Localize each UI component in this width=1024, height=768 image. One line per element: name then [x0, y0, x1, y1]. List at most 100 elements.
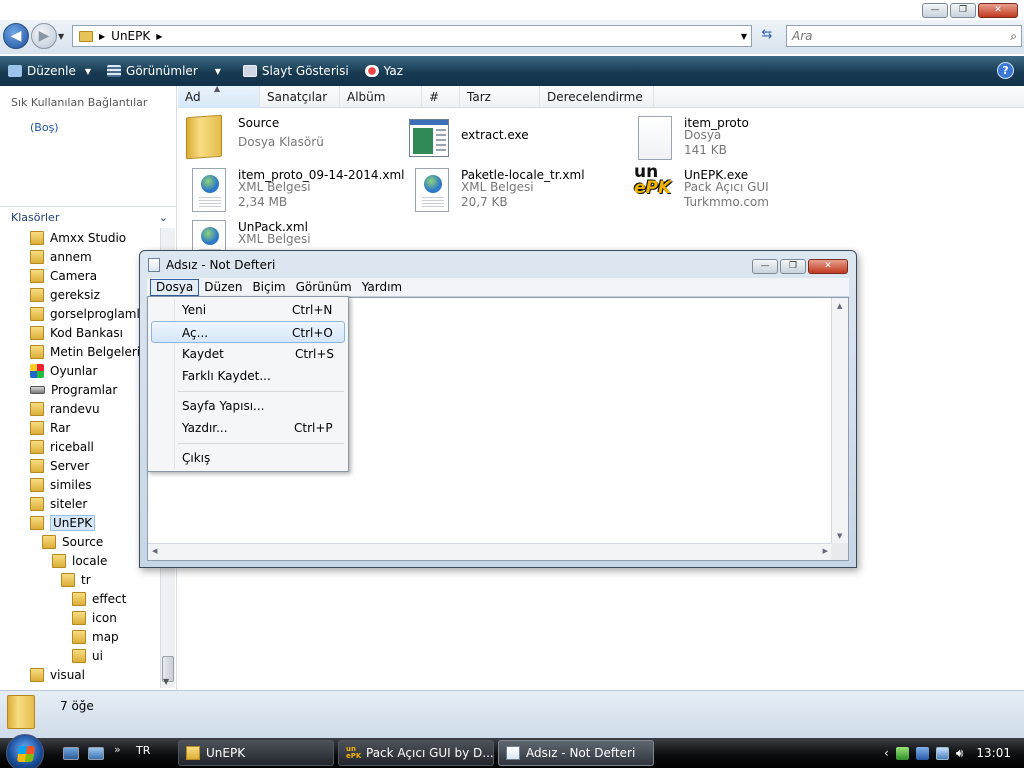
- tree-item[interactable]: icon: [72, 608, 117, 627]
- file-item[interactable]: item_proto Dosya 141 KB: [624, 112, 844, 160]
- folders-header[interactable]: Klasörler ⌄: [0, 206, 176, 228]
- taskbar-item-label: Pack Açıcı GUI by D...: [366, 746, 494, 760]
- menu-item-save-as[interactable]: Farklı Kaydet...: [151, 365, 345, 387]
- slideshow-button[interactable]: Slayt Gösterisi: [242, 64, 349, 78]
- volume-icon[interactable]: 🔊︎: [956, 746, 964, 761]
- menu-item-exit[interactable]: Çıkış: [151, 447, 345, 469]
- tree-item[interactable]: randevu: [30, 399, 100, 418]
- menu-item-page-setup[interactable]: Sayfa Yapısı...: [151, 395, 345, 417]
- scroll-down-icon[interactable]: ▼: [163, 677, 169, 686]
- tree-item[interactable]: Metin Belgelerim: [30, 342, 152, 361]
- shield-icon[interactable]: [915, 746, 929, 760]
- views-button[interactable]: Görünümler ▼: [107, 64, 221, 78]
- menu-item-print[interactable]: Yazdır... Ctrl+P: [151, 417, 345, 439]
- menu-view[interactable]: Görünüm: [291, 279, 357, 296]
- address-dropdown-icon[interactable]: ▼: [741, 32, 747, 41]
- tree-item[interactable]: visual: [30, 665, 85, 684]
- menu-item-save[interactable]: Kaydet Ctrl+S: [151, 343, 345, 365]
- language-indicator[interactable]: TR: [136, 744, 150, 757]
- file-item[interactable]: Source Dosya Klasörü: [178, 112, 398, 160]
- address-bar[interactable]: ▶ UnEPK ▶ ▼: [72, 25, 752, 47]
- tree-item-label: map: [92, 629, 119, 644]
- maximize-button[interactable]: ❐: [780, 259, 806, 274]
- scroll-left-icon[interactable]: ◀: [152, 547, 157, 555]
- tree-item[interactable]: riceball: [30, 437, 94, 456]
- menu-format[interactable]: Biçim: [247, 279, 290, 296]
- help-icon[interactable]: ?: [997, 62, 1014, 79]
- start-button[interactable]: [6, 734, 44, 768]
- network-icon[interactable]: [935, 746, 949, 760]
- column-header-rating[interactable]: Derecelendirme: [540, 86, 654, 108]
- breadcrumb-separator-icon: ▶: [156, 31, 163, 41]
- back-arrow-icon[interactable]: ◀: [3, 23, 29, 49]
- taskbar-item-explorer[interactable]: UnEPK: [178, 740, 334, 766]
- show-desktop-icon[interactable]: [63, 747, 79, 760]
- clock[interactable]: 13:01: [976, 746, 1011, 760]
- column-header-name[interactable]: ▲ Ad: [178, 84, 260, 108]
- tree-item[interactable]: Programlar: [30, 380, 117, 399]
- tree-item[interactable]: tr: [61, 570, 91, 589]
- column-header-number[interactable]: #: [422, 86, 460, 108]
- tree-item[interactable]: Server: [30, 456, 89, 475]
- menu-item-shortcut: Ctrl+P: [294, 421, 333, 435]
- notepad-titlebar[interactable]: Adsız - Not Defteri: [148, 258, 275, 272]
- maximize-button[interactable]: ❐: [950, 3, 976, 18]
- tree-item[interactable]: locale: [52, 551, 107, 570]
- minimize-button[interactable]: —: [752, 259, 778, 274]
- forward-arrow-icon[interactable]: ▶: [31, 23, 57, 49]
- drive-icon: [30, 385, 45, 394]
- scroll-up-icon[interactable]: ▲: [837, 302, 842, 310]
- tree-item[interactable]: Rar: [30, 418, 70, 437]
- search-icon[interactable]: ⌕: [1010, 26, 1017, 46]
- close-button[interactable]: ✕: [808, 259, 848, 274]
- tree-item[interactable]: similes: [30, 475, 92, 494]
- recent-pages-dropdown-icon[interactable]: ▼: [58, 32, 64, 41]
- tree-item-selected[interactable]: UnEPK: [30, 513, 96, 532]
- tree-item[interactable]: effect: [72, 589, 126, 608]
- vertical-scrollbar[interactable]: ▲ ▼: [831, 298, 848, 544]
- file-item[interactable]: extract.exe: [401, 112, 621, 160]
- refresh-icon[interactable]: ⇆: [757, 27, 777, 45]
- print-icon: [364, 65, 379, 77]
- file-item[interactable]: un ePK UnEPK.exe Pack Açıcı GUI Turkmmo.c…: [624, 164, 844, 212]
- switch-windows-icon[interactable]: [88, 747, 104, 760]
- quick-launch-more-icon[interactable]: »: [114, 743, 121, 756]
- tree-item[interactable]: Amxx Studio: [30, 228, 126, 247]
- tree-item[interactable]: Kod Bankası: [30, 323, 123, 342]
- close-button[interactable]: ✕: [978, 3, 1018, 18]
- column-header-artists[interactable]: Sanatçılar: [260, 86, 340, 108]
- menu-item-new[interactable]: Yeni Ctrl+N: [151, 299, 345, 321]
- tree-item[interactable]: gorselproglamlar: [30, 304, 152, 323]
- file-item[interactable]: Paketle-locale_tr.xml XML Belgesi 20,7 K…: [401, 164, 621, 212]
- tree-item[interactable]: annem: [30, 247, 92, 266]
- tray-expand-icon[interactable]: ‹: [884, 746, 889, 760]
- column-header-album[interactable]: Albüm: [340, 86, 422, 108]
- security-icon[interactable]: [895, 746, 909, 760]
- scroll-right-icon[interactable]: ▶: [823, 547, 828, 555]
- print-button[interactable]: Yaz: [364, 64, 403, 78]
- menu-help[interactable]: Yardım: [357, 279, 407, 296]
- column-headers: ▲ Ad Sanatçılar Albüm # Tarz Derecelendir…: [178, 84, 1024, 108]
- column-header-genre[interactable]: Tarz: [460, 86, 540, 108]
- tree-item[interactable]: map: [72, 627, 119, 646]
- menu-item-open[interactable]: Aç... Ctrl+O: [151, 321, 345, 343]
- menu-edit[interactable]: Düzen: [199, 279, 247, 296]
- folder-icon: [30, 230, 44, 245]
- tree-item[interactable]: Source: [42, 532, 103, 551]
- file-menu-dropdown: Yeni Ctrl+N Aç... Ctrl+O Kaydet Ctrl+S Fark…: [147, 296, 349, 472]
- taskbar-item-unepk[interactable]: un ePK Pack Açıcı GUI by D...: [338, 740, 494, 766]
- minimize-button[interactable]: —: [922, 3, 948, 18]
- file-item[interactable]: item_proto_09-14-2014.xml XML Belgesi 2,…: [178, 164, 404, 212]
- taskbar-item-notepad[interactable]: Adsız - Not Defteri: [498, 740, 654, 766]
- search-input[interactable]: Ara ⌕: [786, 25, 1022, 47]
- tree-item[interactable]: Oyunlar: [30, 361, 97, 380]
- scroll-down-icon[interactable]: ▼: [837, 532, 842, 540]
- breadcrumb-item[interactable]: UnEPK: [111, 29, 150, 43]
- tree-item[interactable]: Camera: [30, 266, 97, 285]
- horizontal-scrollbar[interactable]: ◀ ▶: [148, 543, 832, 560]
- organize-button[interactable]: Düzenle ▼: [8, 64, 91, 78]
- tree-item[interactable]: ui: [72, 646, 103, 665]
- tree-item[interactable]: siteler: [30, 494, 87, 513]
- tree-item[interactable]: gereksiz: [30, 285, 100, 304]
- menu-file[interactable]: Dosya: [150, 279, 200, 296]
